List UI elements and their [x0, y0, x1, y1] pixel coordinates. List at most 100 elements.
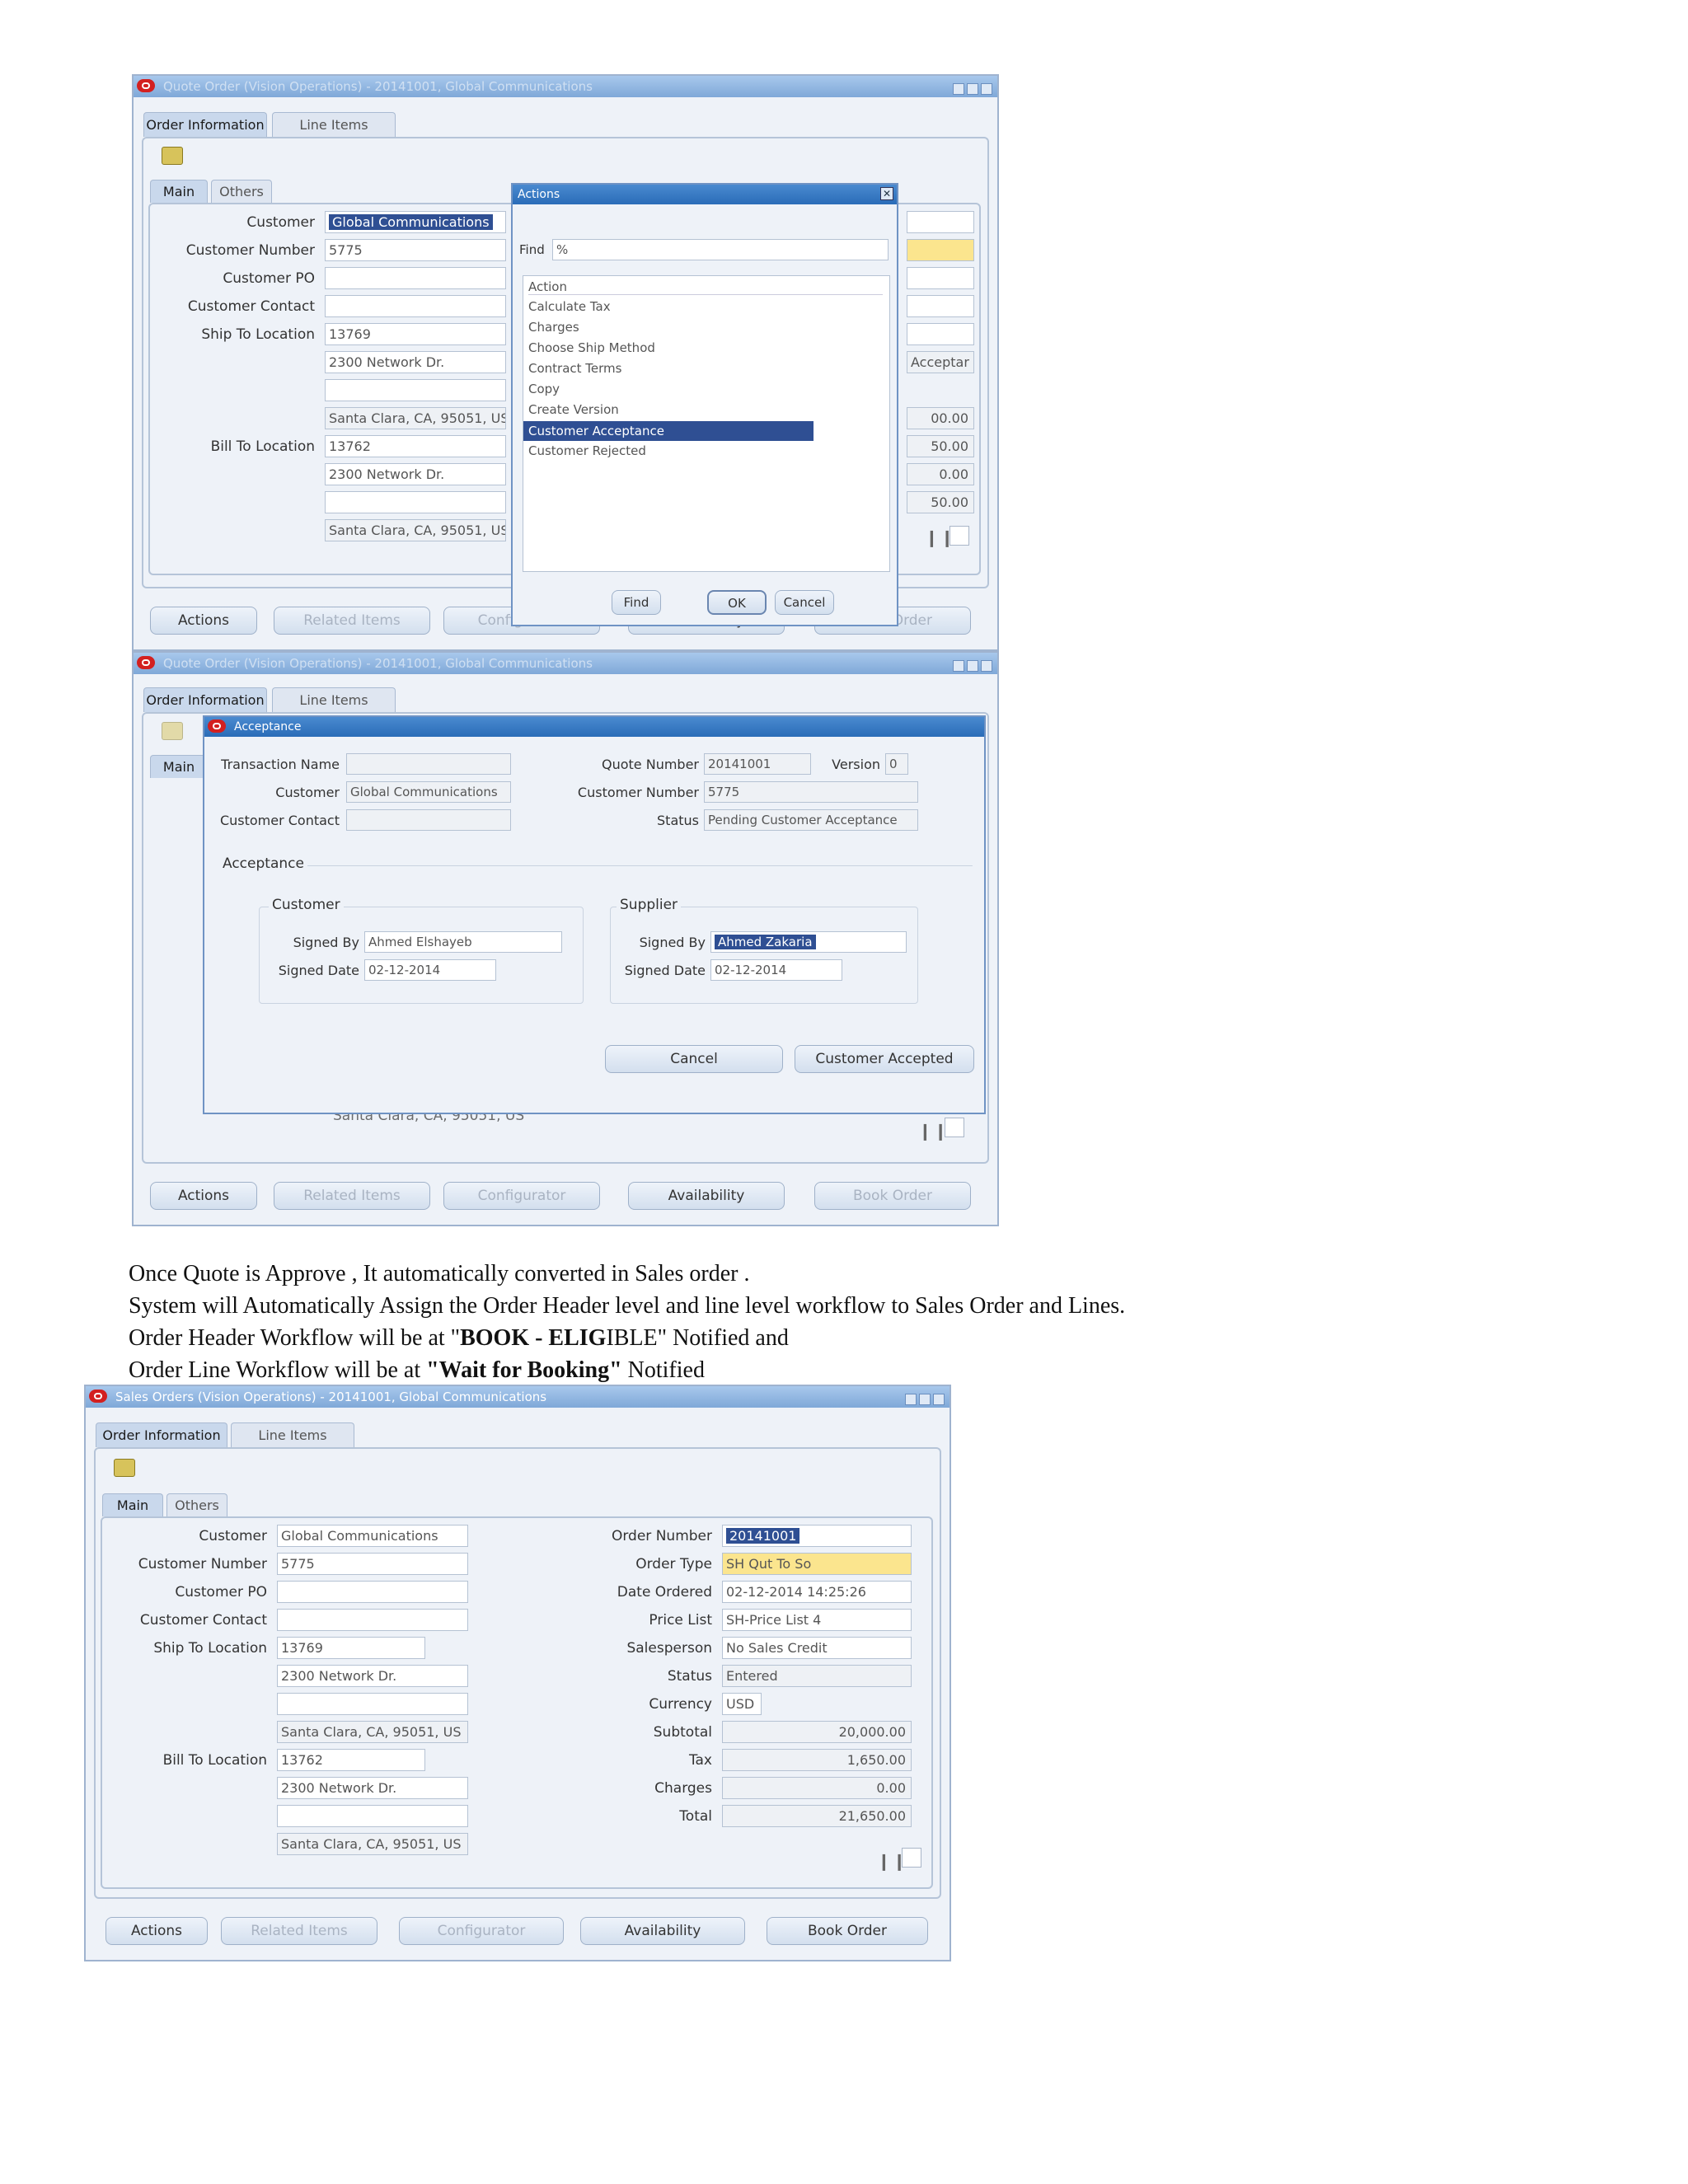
bill-addr2-field[interactable]: Santa Clara, CA, 95051, US: [325, 519, 506, 541]
folder-icon[interactable]: [162, 722, 183, 740]
list-item[interactable]: Contract Terms: [528, 361, 621, 376]
subtab-others[interactable]: Others: [211, 180, 272, 203]
list-item[interactable]: Charges: [528, 320, 579, 335]
right-field-3[interactable]: [907, 267, 974, 289]
close-icon[interactable]: ✕: [880, 187, 893, 200]
supplier-signed-by-field[interactable]: Ahmed Zakaria: [710, 931, 907, 953]
configurator-button[interactable]: Configurator: [443, 1182, 600, 1210]
bill-addr1-field[interactable]: 2300 Network Dr.: [277, 1777, 468, 1799]
list-item[interactable]: Choose Ship Method: [528, 340, 655, 355]
customer-signed-by-field[interactable]: Ahmed Elshayeb: [364, 931, 562, 953]
transaction-name-field[interactable]: [346, 753, 511, 775]
folder-icon[interactable]: [162, 147, 183, 165]
cancel-button[interactable]: Cancel: [605, 1045, 783, 1073]
availability-button[interactable]: Availability: [628, 1182, 785, 1210]
actions-button[interactable]: Actions: [150, 607, 257, 635]
related-items-button[interactable]: Related Items: [274, 1182, 430, 1210]
list-item[interactable]: Copy: [528, 382, 560, 396]
subtab-main[interactable]: Main: [150, 755, 208, 778]
checkbox[interactable]: [902, 1848, 921, 1868]
customer-signed-date-field[interactable]: 02-12-2014: [364, 959, 496, 981]
version-field[interactable]: 0: [885, 753, 908, 775]
customer-contact-field[interactable]: [346, 809, 511, 831]
customer-contact-field[interactable]: [277, 1609, 468, 1631]
list-item[interactable]: Create Version: [528, 402, 619, 417]
tax-field[interactable]: 1,650.00: [722, 1749, 912, 1771]
tab-order-information[interactable]: Order Information: [96, 1422, 227, 1447]
customer-number-field[interactable]: 5775: [325, 239, 506, 261]
label-customer-po: Customer PO: [175, 1584, 267, 1601]
customer-field[interactable]: Global Communications: [346, 781, 511, 803]
subtab-main[interactable]: Main: [102, 1493, 163, 1516]
checkbox[interactable]: [950, 526, 969, 546]
bill-to-field[interactable]: 13762: [325, 435, 506, 457]
cancel-button[interactable]: Cancel: [775, 590, 834, 615]
total-field[interactable]: 21,650.00: [722, 1805, 912, 1827]
customer-po-field[interactable]: [325, 267, 506, 289]
tab-line-items[interactable]: Line Items: [231, 1422, 354, 1447]
related-items-button[interactable]: Related Items: [221, 1917, 377, 1945]
order-number-field[interactable]: 20141001: [722, 1525, 912, 1547]
right-field-5[interactable]: [907, 323, 974, 345]
configurator-button[interactable]: Configurator: [399, 1917, 564, 1945]
availability-button[interactable]: Availability: [580, 1917, 745, 1945]
tab-order-information[interactable]: Order Information: [143, 687, 267, 712]
status-field[interactable]: Pending Customer Acceptance: [704, 809, 918, 831]
list-item[interactable]: Calculate Tax: [528, 299, 611, 314]
actions-button[interactable]: Actions: [150, 1182, 257, 1210]
folder-icon[interactable]: [114, 1459, 135, 1477]
ship-addr-blank-field[interactable]: [325, 379, 506, 401]
ship-to-field[interactable]: 13769: [277, 1637, 425, 1659]
checkbox[interactable]: [945, 1118, 964, 1137]
ship-addr2-field[interactable]: Santa Clara, CA, 95051, US: [277, 1721, 468, 1743]
ship-addr2-field[interactable]: Santa Clara, CA, 95051, US: [325, 407, 506, 429]
salesperson-field[interactable]: No Sales Credit: [722, 1637, 912, 1659]
actions-button[interactable]: Actions: [106, 1917, 208, 1945]
currency-field[interactable]: USD: [722, 1693, 762, 1715]
label-version: Version: [832, 757, 880, 772]
right-field-2[interactable]: [907, 239, 974, 261]
related-items-button[interactable]: Related Items: [274, 607, 430, 635]
bill-addr2-field[interactable]: Santa Clara, CA, 95051, US: [277, 1833, 468, 1855]
subtab-others[interactable]: Others: [166, 1493, 227, 1516]
book-order-button[interactable]: Book Order: [814, 1182, 971, 1210]
list-item[interactable]: Customer Rejected: [528, 443, 646, 458]
bill-addr-blank-field[interactable]: [325, 491, 506, 513]
tab-line-items[interactable]: Line Items: [272, 687, 396, 712]
bill-addr-blank-field[interactable]: [277, 1805, 468, 1827]
tab-line-items[interactable]: Line Items: [272, 112, 396, 137]
customer-field[interactable]: Global Communications: [277, 1525, 468, 1547]
right-field-4[interactable]: [907, 295, 974, 317]
find-input[interactable]: %: [552, 239, 889, 260]
charges-field[interactable]: 0.00: [722, 1777, 912, 1799]
customer-number-field[interactable]: 5775: [704, 781, 918, 803]
subtab-main[interactable]: Main: [150, 180, 208, 203]
book-order-button[interactable]: Book Order: [767, 1917, 928, 1945]
customer-number-field[interactable]: 5775: [277, 1553, 468, 1575]
date-ordered-field[interactable]: 02-12-2014 14:25:26: [722, 1581, 912, 1603]
status-field[interactable]: Entered: [722, 1665, 912, 1687]
window-controls[interactable]: [950, 657, 992, 674]
supplier-signed-date-field[interactable]: 02-12-2014: [710, 959, 842, 981]
bill-addr1-field[interactable]: 2300 Network Dr.: [325, 463, 506, 485]
customer-contact-field[interactable]: [325, 295, 506, 317]
bill-to-field[interactable]: 13762: [277, 1749, 425, 1771]
ok-button[interactable]: OK: [707, 590, 767, 615]
quote-number-field[interactable]: 20141001: [704, 753, 811, 775]
right-field-1[interactable]: [907, 211, 974, 233]
subtotal-field[interactable]: 20,000.00: [722, 1721, 912, 1743]
order-type-field[interactable]: SH Qut To So: [722, 1553, 912, 1575]
customer-po-field[interactable]: [277, 1581, 468, 1603]
find-button[interactable]: Find: [612, 590, 661, 615]
ship-to-field[interactable]: 13769: [325, 323, 506, 345]
ship-addr-blank-field[interactable]: [277, 1693, 468, 1715]
customer-accepted-button[interactable]: Customer Accepted: [795, 1045, 974, 1073]
ship-addr1-field[interactable]: 2300 Network Dr.: [325, 351, 506, 373]
customer-field[interactable]: Global Communications: [325, 211, 506, 233]
ship-addr1-field[interactable]: 2300 Network Dr.: [277, 1665, 468, 1687]
list-item-selected[interactable]: Customer Acceptance: [523, 421, 814, 441]
window-controls[interactable]: [903, 1390, 945, 1408]
price-list-field[interactable]: SH-Price List 4: [722, 1609, 912, 1631]
tab-order-information[interactable]: Order Information: [143, 112, 267, 137]
window-controls[interactable]: [950, 80, 992, 97]
